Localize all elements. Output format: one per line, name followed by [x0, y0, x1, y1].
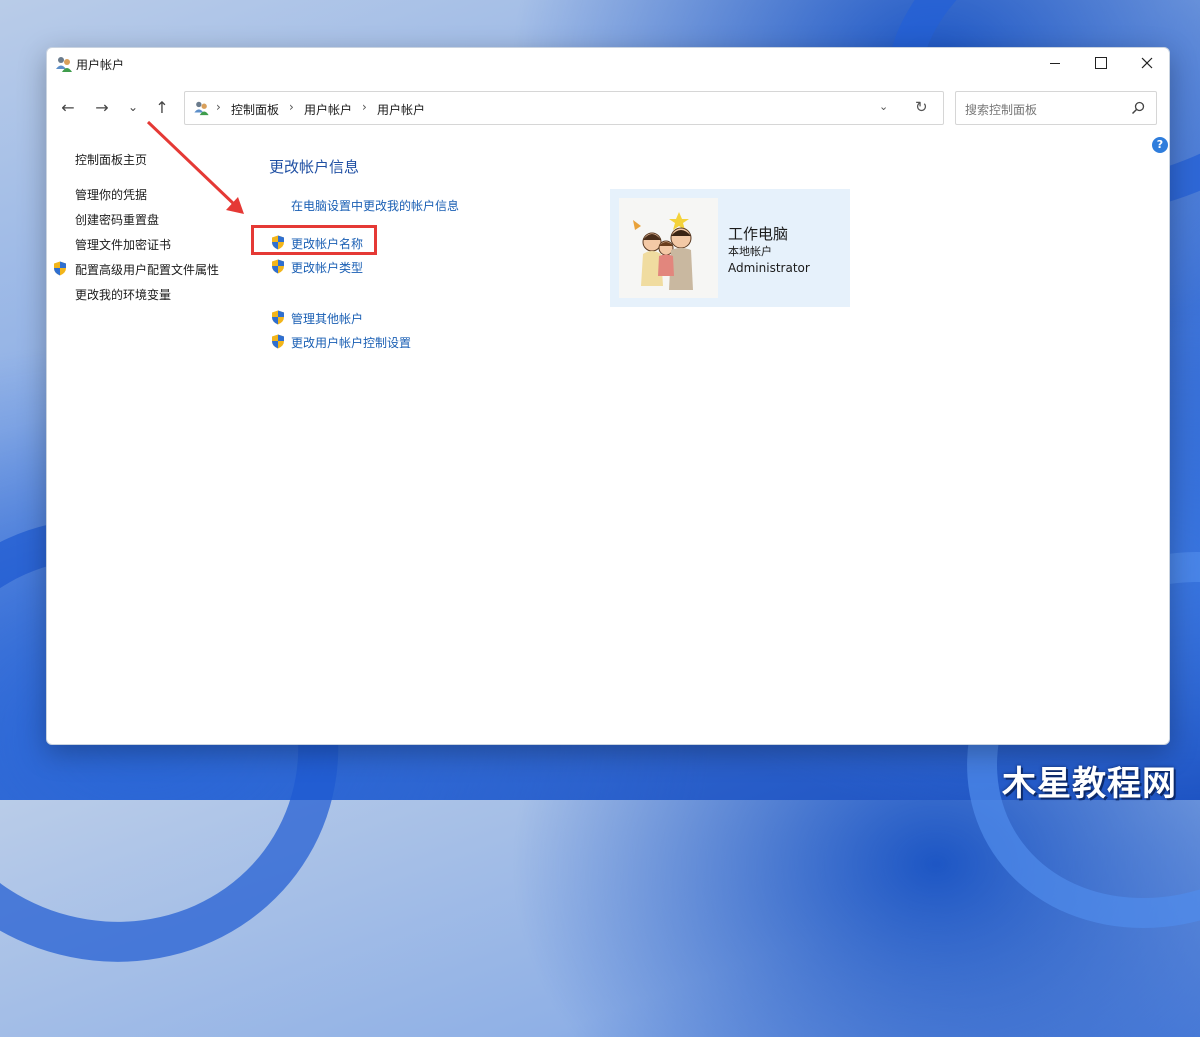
account-role: Administrator [728, 261, 810, 275]
chevron-right-icon: › [362, 100, 367, 114]
chevron-right-icon: › [289, 100, 294, 114]
chevron-down-icon: ⌄ [127, 100, 139, 114]
task-uac-settings[interactable]: 更改用户帐户控制设置 [291, 334, 411, 351]
uac-shield-icon [272, 334, 284, 349]
watermark-logo: 木星教程网 [1002, 764, 1177, 804]
account-type: 本地帐户 [728, 245, 772, 258]
user-accounts-icon [56, 57, 72, 72]
maximize-icon [1095, 57, 1107, 69]
minimize-icon [1050, 62, 1060, 64]
forward-button[interactable]: → [91, 97, 113, 117]
breadcrumb-user-accounts-current[interactable]: 用户帐户 [377, 101, 425, 118]
help-icon[interactable]: ? [1152, 137, 1168, 153]
chevron-right-icon: › [216, 100, 221, 114]
user-accounts-icon [194, 101, 209, 116]
uac-shield-icon [272, 259, 284, 274]
breadcrumb-user-accounts[interactable]: 用户帐户 [304, 101, 352, 118]
family-avatar-picture [619, 198, 718, 298]
search-icon[interactable] [1130, 100, 1146, 116]
task-change-account-in-settings[interactable]: 在电脑设置中更改我的帐户信息 [291, 197, 459, 214]
highlight-box [251, 225, 377, 255]
back-button[interactable]: ← [57, 97, 79, 117]
minimize-button[interactable] [1032, 48, 1078, 78]
refresh-icon[interactable]: ↻ [915, 98, 928, 116]
forward-arrow-icon: → [95, 97, 109, 117]
breadcrumb-control-panel[interactable]: 控制面板 [231, 101, 279, 118]
sidebar-item-manage-credentials[interactable]: 管理你的凭据 [75, 186, 147, 203]
up-arrow-icon: ↑ [155, 97, 169, 117]
recent-locations-button[interactable]: ⌄ [122, 97, 144, 117]
address-dropdown-icon[interactable]: ⌄ [879, 100, 888, 113]
task-manage-other-accounts[interactable]: 管理其他帐户 [291, 310, 363, 327]
sidebar-item-control-panel-home[interactable]: 控制面板主页 [75, 151, 147, 168]
address-bar[interactable]: › 控制面板 › 用户帐户 › 用户帐户 ⌄ ↻ [184, 91, 944, 125]
user-accounts-window: 用户帐户 ← → ⌄ ↑ › 控制面板 › 用户帐户 › 用户帐户 ⌄ ↻ 搜索… [46, 47, 1170, 745]
account-card: 工作电脑 本地帐户 Administrator [610, 189, 850, 307]
up-button[interactable]: ↑ [151, 97, 173, 117]
back-arrow-icon: ← [61, 97, 75, 117]
sidebar-item-password-reset-disk[interactable]: 创建密码重置盘 [75, 211, 159, 228]
uac-shield-icon [54, 261, 66, 276]
account-name: 工作电脑 [728, 225, 789, 243]
uac-shield-icon [272, 310, 284, 325]
avatar [619, 198, 718, 298]
maximize-button[interactable] [1078, 48, 1124, 78]
search-placeholder: 搜索控制面板 [965, 103, 1038, 117]
navigation-bar: ← → ⌄ ↑ › 控制面板 › 用户帐户 › 用户帐户 ⌄ ↻ 搜索控制面板 [47, 88, 1169, 126]
title-bar[interactable]: 用户帐户 [47, 48, 1169, 80]
close-icon [1141, 57, 1153, 69]
page-heading: 更改帐户信息 [269, 158, 360, 176]
sidebar-item-advanced-profile-properties[interactable]: 配置高级用户配置文件属性 [75, 261, 219, 278]
sidebar-item-file-encryption-certs[interactable]: 管理文件加密证书 [75, 236, 171, 253]
task-change-account-type[interactable]: 更改帐户类型 [291, 259, 363, 276]
close-button[interactable] [1124, 48, 1169, 78]
window-title: 用户帐户 [76, 58, 125, 72]
sidebar-item-environment-variables[interactable]: 更改我的环境变量 [75, 286, 171, 303]
search-box[interactable]: 搜索控制面板 [955, 91, 1157, 125]
